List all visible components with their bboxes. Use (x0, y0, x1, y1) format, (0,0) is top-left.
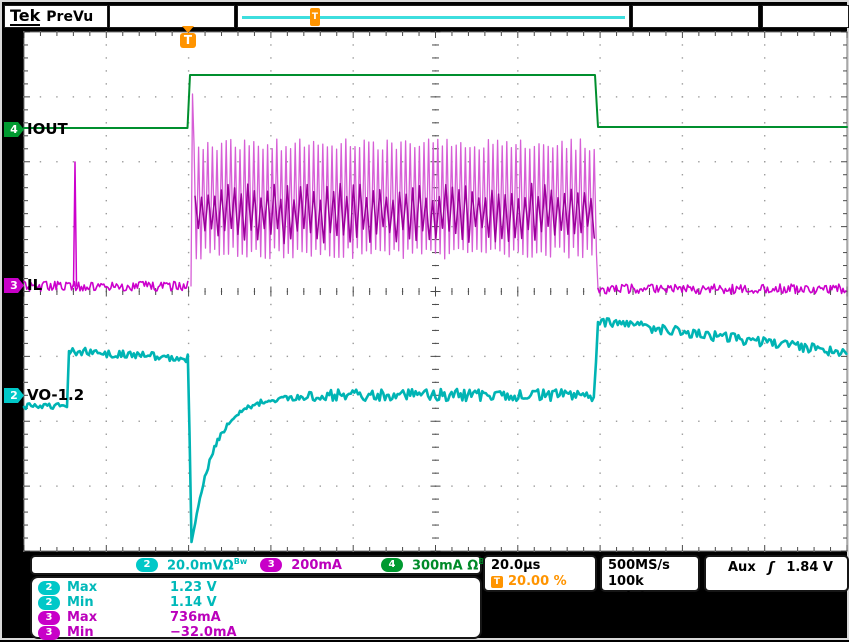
oscilloscope-screen: Tek PreVu T T 4 IOUT 3 IL 2 VO-1.2 2 20.… (0, 0, 849, 640)
measurement-name: Max (67, 580, 125, 595)
sample-rate: 500MS/s (608, 558, 692, 574)
measurement-row: 3 Min −32.0mA (38, 625, 474, 640)
trigger-position-arrow-icon (182, 26, 194, 33)
measurement-name: Max (67, 610, 125, 625)
measurement-name: Min (67, 625, 125, 640)
trigger-position-percent: 20.00 % (508, 574, 567, 590)
record-view-line (242, 16, 625, 19)
channel-2-scale: 20.0mVΩBw (167, 557, 247, 573)
channel-2-badge: 2 (38, 596, 60, 610)
channel-3-scale: 200mA (291, 558, 342, 573)
channel-2-badge: 2 (38, 581, 60, 595)
channel-4-scale: 300mA ΩBw (412, 557, 492, 573)
channel-2-trace-label: VO-1.2 (27, 386, 84, 404)
measurement-value: 1.23 V (170, 580, 217, 595)
measurement-value: 736mA (170, 610, 221, 625)
channel-2-badge[interactable]: 2 (136, 558, 158, 572)
timebase-readout[interactable]: 20.0µs T 20.00 % (483, 555, 597, 592)
channel-readout-bar[interactable]: 2 20.0mVΩBw 3 200mA 4 300mA ΩBw (30, 555, 482, 575)
trigger-position-marker[interactable]: T (180, 33, 196, 48)
graticule-waveform-area (2, 2, 849, 642)
channel-4-trace-label: IOUT (27, 120, 68, 138)
record-view-trigger-icon[interactable]: T (310, 8, 320, 26)
record-length: 100k points (608, 574, 692, 606)
top-bar-box-right-1 (632, 5, 759, 28)
top-bar-box-right-2 (762, 5, 849, 28)
tek-status-box: Tek PreVu (4, 5, 108, 28)
trigger-readout[interactable]: Aux ʃ 1.84 V (704, 555, 849, 592)
tek-logo: Tek (10, 7, 40, 26)
acquisition-status: PreVu (46, 9, 93, 25)
record-view-bar[interactable]: T (237, 5, 630, 28)
channel-3-badge[interactable]: 3 (260, 558, 282, 572)
channel-3-trace-label: IL (27, 276, 42, 294)
acquisition-readout[interactable]: 500MS/s 100k points (600, 555, 700, 592)
measurement-value: 1.14 V (170, 595, 217, 610)
top-bar-spacer-box (109, 5, 235, 28)
bandwidth-limit-icon: Bw (234, 557, 248, 566)
measurement-row: 3 Max 736mA (38, 610, 474, 625)
measurements-panel: 2 Max 1.23 V 2 Min 1.14 V 3 Max 736mA 3 … (30, 576, 482, 639)
measurement-value: −32.0mA (170, 625, 237, 640)
trigger-source: Aux (728, 560, 756, 576)
timebase-scale: 20.0µs (491, 558, 589, 574)
trigger-level: 1.84 V (786, 560, 833, 576)
trigger-t-icon: T (491, 576, 503, 588)
rising-edge-icon: ʃ (768, 560, 774, 576)
channel-3-badge: 3 (38, 611, 60, 625)
channel-4-badge[interactable]: 4 (381, 558, 403, 572)
measurement-name: Min (67, 595, 125, 610)
measurement-row: 2 Min 1.14 V (38, 595, 474, 610)
channel-3-badge: 3 (38, 626, 60, 640)
measurement-row: 2 Max 1.23 V (38, 580, 474, 595)
